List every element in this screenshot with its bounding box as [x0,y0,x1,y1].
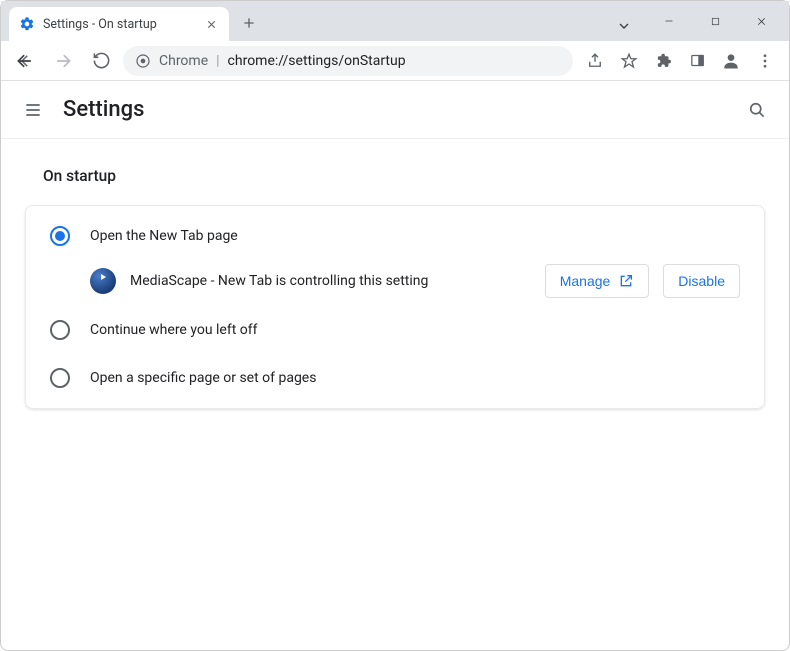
back-button-arrow[interactable] [9,45,41,77]
option-open-new-tab[interactable]: Open the New Tab page [26,212,764,260]
page-title: Settings [63,97,144,122]
menu-button[interactable] [749,45,781,77]
option-label: Open a specific page or set of pages [90,370,316,386]
gear-icon [19,16,35,32]
tab-title: Settings - On startup [43,17,195,32]
option-label: Continue where you left off [90,322,258,338]
settings-content: On startup Open the New Tab page MediaSc… [1,139,789,437]
bookmark-button[interactable] [613,45,645,77]
option-specific-pages[interactable]: Open a specific page or set of pages [26,354,764,402]
url-path: chrome://settings/onStartup [228,53,406,69]
url-separator: | [216,53,219,69]
disable-label: Disable [678,273,725,289]
settings-header: Settings [1,81,789,139]
chrome-icon [135,53,151,69]
new-tab-button[interactable] [235,9,263,37]
window-titlebar: Settings - On startup [1,1,789,41]
tab-strip: Settings - On startup [1,1,607,41]
extension-control-notice: MediaScape - New Tab is controlling this… [90,264,740,298]
share-button[interactable] [579,45,611,77]
maximize-button[interactable] [693,6,737,36]
radio-unchecked-icon [50,320,70,340]
manage-label: Manage [560,273,611,289]
side-panel-button[interactable] [681,45,713,77]
extensions-button[interactable] [647,45,679,77]
open-external-icon [618,273,634,289]
manage-button[interactable]: Manage [545,264,650,298]
url-prefix: Chrome [159,53,208,69]
menu-icon[interactable] [21,98,45,122]
tab-search-button[interactable] [607,11,641,41]
close-tab-button[interactable] [203,16,219,32]
close-window-button[interactable] [739,6,783,36]
minimize-button[interactable] [647,6,691,36]
radio-checked-icon [50,226,70,246]
toolbar-actions [579,45,781,77]
browser-tab[interactable]: Settings - On startup [9,7,229,41]
disable-button[interactable]: Disable [663,264,740,298]
startup-card: Open the New Tab page MediaScape - New T… [25,205,765,409]
extension-icon [90,268,116,294]
browser-toolbar: Chrome | chrome://settings/onStartup [1,41,789,81]
reload-button[interactable] [85,45,117,77]
profile-button[interactable] [715,45,747,77]
section-title: On startup [43,167,765,185]
option-continue[interactable]: Continue where you left off [26,306,764,354]
window-controls [641,1,789,41]
option-label: Open the New Tab page [90,228,238,244]
search-button[interactable] [745,98,769,122]
address-bar[interactable]: Chrome | chrome://settings/onStartup [123,46,573,76]
radio-unchecked-icon [50,368,70,388]
controlled-text: MediaScape - New Tab is controlling this… [130,273,531,289]
forward-button[interactable] [47,45,79,77]
